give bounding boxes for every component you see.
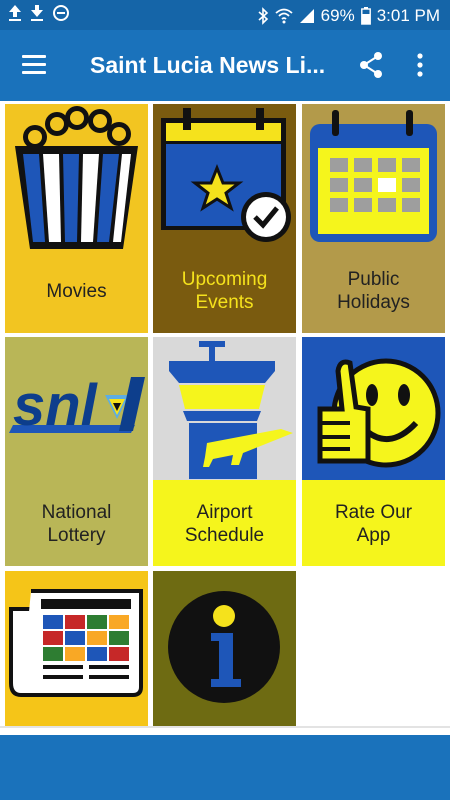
tile-label-upcoming-events-text: Upcoming Events — [181, 269, 268, 313]
status-bar: 69% 3:01 PM — [0, 0, 450, 30]
tile-upcoming-events[interactable]: Upcoming Events — [153, 104, 296, 333]
hamburger-menu-icon[interactable] — [22, 52, 50, 80]
battery-icon — [360, 7, 371, 25]
tile-movies[interactable]: Movies — [5, 104, 148, 333]
more-vert-icon[interactable] — [410, 50, 430, 80]
bottom-ad-banner[interactable] — [0, 735, 450, 800]
share-icon[interactable] — [356, 50, 386, 80]
tile-public-holidays[interactable]: Public Holidays — [302, 104, 445, 333]
tile-national-lottery[interactable]: snl National Lottery — [5, 337, 148, 566]
tile-label-public-holidays-text: Public Holidays — [337, 269, 410, 313]
tile-info[interactable] — [153, 571, 296, 727]
tile-label-national-lottery-text: National Lottery — [41, 502, 112, 546]
tile-label-national-lottery: National Lottery — [5, 501, 148, 547]
upload-icon — [9, 5, 21, 21]
divider — [0, 726, 450, 728]
info-icon — [168, 591, 280, 703]
app-bar: Saint Lucia News Li... — [0, 30, 450, 101]
tile-label-airport-schedule: Airport Schedule — [153, 501, 296, 547]
tile-airport-schedule[interactable]: Airport Schedule — [153, 337, 296, 566]
svg-text:snl: snl — [13, 373, 99, 438]
tile-label-movies: Movies — [46, 281, 107, 302]
page-title: Saint Lucia News Li... — [90, 52, 326, 78]
clock: 3:01 PM — [376, 6, 440, 25]
tile-newspaper[interactable] — [5, 571, 148, 727]
bluetooth-icon — [258, 7, 268, 25]
newspaper-flags-icon — [9, 589, 143, 698]
tile-label-public-holidays: Public Holidays — [302, 268, 445, 314]
notification-icons — [8, 4, 70, 22]
menu-grid: Movies Upcoming Events Public Holidays s… — [0, 101, 450, 727]
signal-icon — [299, 9, 314, 23]
system-icons: 69% 3:01 PM — [257, 6, 440, 26]
tile-label-rate-our-app: Rate Our App — [302, 501, 445, 547]
tile-label-upcoming-events: Upcoming Events — [153, 268, 296, 314]
tile-label-rate-our-app-text: Rate Our App — [334, 502, 413, 546]
tile-label-airport-schedule-text: Airport Schedule — [184, 502, 265, 546]
tile-rate-our-app[interactable]: Rate Our App — [302, 337, 445, 566]
download-icon — [31, 5, 43, 21]
wifi-icon — [275, 8, 293, 24]
battery-percentage: 69% — [320, 6, 355, 25]
do-not-disturb-icon — [53, 5, 69, 21]
